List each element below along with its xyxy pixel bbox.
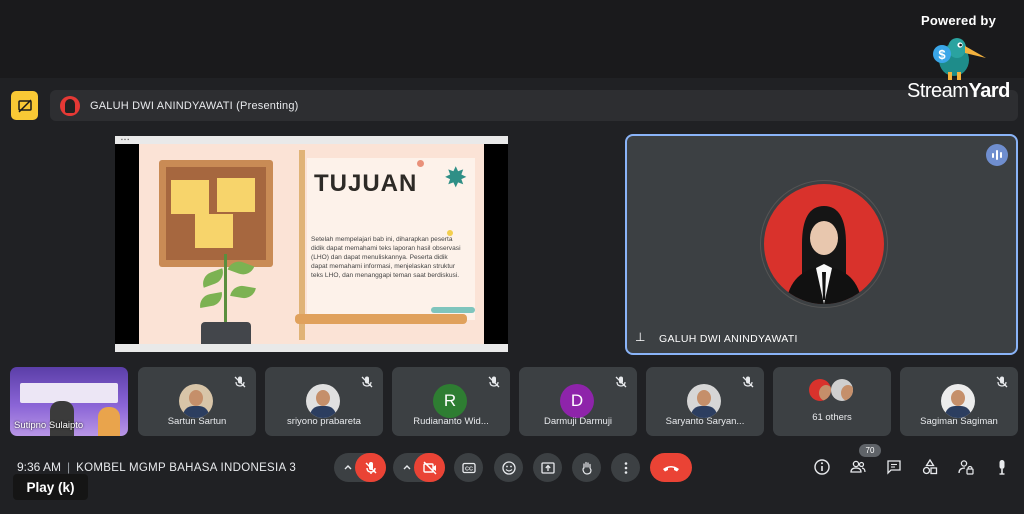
emoji-icon: [501, 460, 516, 475]
raise-hand-button[interactable]: [572, 453, 601, 482]
participant-name: Sagiman Sagiman: [920, 416, 998, 427]
slide-body-text: Setelah mempelajari bab ini, diharapkan …: [311, 236, 461, 279]
participant-tile[interactable]: R Rudiananto Wid...: [392, 367, 510, 436]
shared-window-titlebar: ▪ ▪ ▪: [115, 136, 508, 144]
people-icon: [850, 460, 866, 473]
chat-icon: [887, 460, 901, 475]
audio-activity-icon: [986, 144, 1008, 166]
current-time: 9:36 AM: [17, 460, 62, 474]
closed-captions-icon: CC: [461, 462, 476, 473]
webinar-banner-image: [20, 383, 118, 403]
participant-name: Rudiananto Wid...: [413, 416, 489, 427]
mic-off-icon: [615, 376, 627, 388]
activities-button[interactable]: [919, 456, 941, 478]
play-tooltip: Play (k): [13, 474, 88, 500]
more-vert-icon: [624, 461, 627, 474]
streamyard-bird-logo: $: [930, 32, 990, 80]
present-now-button[interactable]: [533, 453, 562, 482]
participant-avatar: [179, 384, 213, 418]
raise-hand-icon: [581, 461, 592, 475]
stop-presenting-icon: [17, 98, 32, 113]
reactions-button[interactable]: [494, 453, 523, 482]
participant-avatar: [941, 384, 975, 418]
camera-off-icon: [422, 460, 437, 475]
meeting-name: KOMBEL MGMP BAHASA INDONESIA 3: [76, 462, 297, 474]
present-screen-icon: [540, 461, 555, 474]
participant-avatar: [306, 384, 340, 418]
pin-icon[interactable]: ⊥: [635, 330, 645, 344]
chevron-up-icon: [344, 465, 352, 470]
others-count: 61 others: [812, 412, 852, 423]
others-tile[interactable]: 61 others: [773, 367, 891, 436]
bulletin-board-illustration: [159, 160, 273, 267]
screen-share-tile[interactable]: ▪ ▪ ▪ ✸ TUJUAN Setelah mempelajari bab i…: [115, 136, 508, 352]
people-button[interactable]: [847, 456, 869, 478]
mic-off-icon: [364, 461, 377, 474]
participant-initial-avatar: R: [433, 384, 467, 418]
speaker-avatar: [761, 181, 887, 307]
participant-avatar: [809, 379, 831, 401]
participant-name: Darmuji Darmuji: [543, 416, 613, 427]
camera-options-button[interactable]: [399, 459, 415, 475]
microphone-icon: [999, 460, 1005, 475]
chevron-up-icon: [403, 465, 411, 470]
participant-tile[interactable]: Sartun Sartun: [138, 367, 256, 436]
mic-off-icon: [234, 376, 246, 388]
participant-initial-avatar: D: [560, 384, 594, 418]
info-icon: [814, 459, 830, 475]
mic-off-icon: [361, 376, 373, 388]
powered-by-label: Powered by: [921, 13, 996, 28]
streamyard-branding: Powered by $ StreamYard: [900, 10, 1020, 105]
lock-person-icon: [958, 460, 974, 475]
camera-toggle-button[interactable]: [414, 453, 445, 482]
meeting-details-button[interactable]: [811, 456, 833, 478]
slide-title: TUJUAN: [314, 170, 418, 197]
end-call-icon: [663, 465, 679, 471]
svg-text:$: $: [938, 47, 946, 62]
participant-name: sriyono prabareta: [287, 416, 361, 427]
presenting-label: GALUH DWI ANINDYAWATI (Presenting): [90, 99, 299, 112]
microphone-settings-button[interactable]: [991, 456, 1013, 478]
activities-icon: [922, 458, 938, 475]
host-controls-button[interactable]: [955, 456, 977, 478]
participant-tile[interactable]: D Darmuji Darmuji: [519, 367, 637, 436]
more-options-button[interactable]: [611, 453, 640, 482]
top-band: [0, 0, 1024, 78]
participant-name: Saryanto Saryan...: [665, 416, 745, 427]
participant-name: Sartun Sartun: [167, 416, 227, 427]
participant-tile[interactable]: sriyono prabareta: [265, 367, 383, 436]
mic-off-icon: [742, 376, 754, 388]
mic-options-button[interactable]: [340, 459, 356, 475]
participant-tile[interactable]: Sagiman Sagiman: [900, 367, 1018, 436]
presenting-banner: GALUH DWI ANINDYAWATI (Presenting): [50, 90, 1018, 121]
participant-avatar: [687, 384, 721, 418]
shared-window-taskbar: [115, 344, 508, 352]
presentation-slide: ✸ TUJUAN Setelah mempelajari bab ini, di…: [139, 144, 484, 344]
speaker-name: GALUH DWI ANINDYAWATI: [659, 333, 798, 345]
mic-off-icon: [996, 376, 1008, 388]
chat-button[interactable]: [883, 456, 905, 478]
presentation-toggle-button[interactable]: [11, 91, 38, 120]
leave-call-button[interactable]: [650, 453, 692, 482]
participant-name: Sutipno Sulaipto: [14, 420, 84, 431]
active-speaker-tile[interactable]: ⊥ GALUH DWI ANINDYAWATI: [625, 134, 1018, 355]
mic-toggle-button[interactable]: [355, 453, 386, 482]
presenter-avatar: [60, 95, 80, 116]
meeting-clock: 9:36 AM | KOMBEL MGMP BAHASA INDONESIA 3: [17, 460, 297, 474]
participant-tile[interactable]: Sutipno Sulaipto: [10, 367, 128, 436]
mic-off-icon: [488, 376, 500, 388]
participant-tile[interactable]: Saryanto Saryan...: [646, 367, 764, 436]
captions-button[interactable]: CC: [454, 453, 483, 482]
participant-avatar: [831, 379, 853, 401]
star-decoration: ✸: [444, 162, 468, 193]
svg-text:CC: CC: [465, 466, 473, 472]
streamyard-wordmark: StreamYard: [907, 80, 1010, 102]
